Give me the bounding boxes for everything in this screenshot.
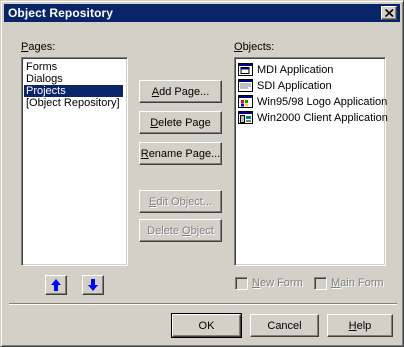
objects-label: Objects: <box>234 41 275 53</box>
win95-logo-application-icon <box>238 95 253 108</box>
delete-page-button[interactable]: Delete Page <box>139 111 222 134</box>
move-page-down-button[interactable] <box>82 275 104 295</box>
list-item-forms[interactable]: Forms <box>24 61 123 73</box>
main-form-checkbox[interactable] <box>314 277 327 290</box>
rename-page-button[interactable]: Rename Page... <box>139 142 222 165</box>
pages-list[interactable]: Forms Dialogs Projects [Object Repositor… <box>21 57 128 266</box>
ok-button[interactable]: OK <box>171 313 242 338</box>
main-form-label: Main Form <box>331 277 384 289</box>
object-repository-dialog: Object Repository Pages: Forms Dialogs P… <box>0 0 404 347</box>
arrow-down-icon <box>88 279 98 291</box>
delete-object-button[interactable]: Delete Object <box>139 219 222 242</box>
mdi-application-icon <box>238 63 253 76</box>
pages-label: Pages: <box>21 41 56 53</box>
window-title: Object Repository <box>8 6 114 20</box>
list-item-projects[interactable]: Projects <box>24 85 123 97</box>
title-bar[interactable]: Object Repository <box>4 4 400 22</box>
new-form-checkbox[interactable] <box>235 277 248 290</box>
sdi-application-icon <box>238 79 253 92</box>
close-icon <box>385 9 394 17</box>
win2000-client-application-icon <box>238 111 253 124</box>
objects-list[interactable]: MDI Application SDI Application Win95/98 <box>234 57 388 266</box>
list-item-object-repository[interactable]: [Object Repository] <box>24 97 123 109</box>
arrow-up-icon <box>51 279 61 291</box>
add-page-button[interactable]: Add Page... <box>139 80 222 103</box>
separator <box>9 303 397 305</box>
move-page-up-button[interactable] <box>45 275 67 295</box>
list-item-dialogs[interactable]: Dialogs <box>24 73 123 85</box>
cancel-button[interactable]: Cancel <box>250 314 319 337</box>
close-button[interactable] <box>381 6 397 20</box>
edit-object-button[interactable]: Edit Object... <box>139 190 222 213</box>
help-button[interactable]: Help <box>327 314 393 337</box>
new-form-label: New Form <box>252 277 303 289</box>
